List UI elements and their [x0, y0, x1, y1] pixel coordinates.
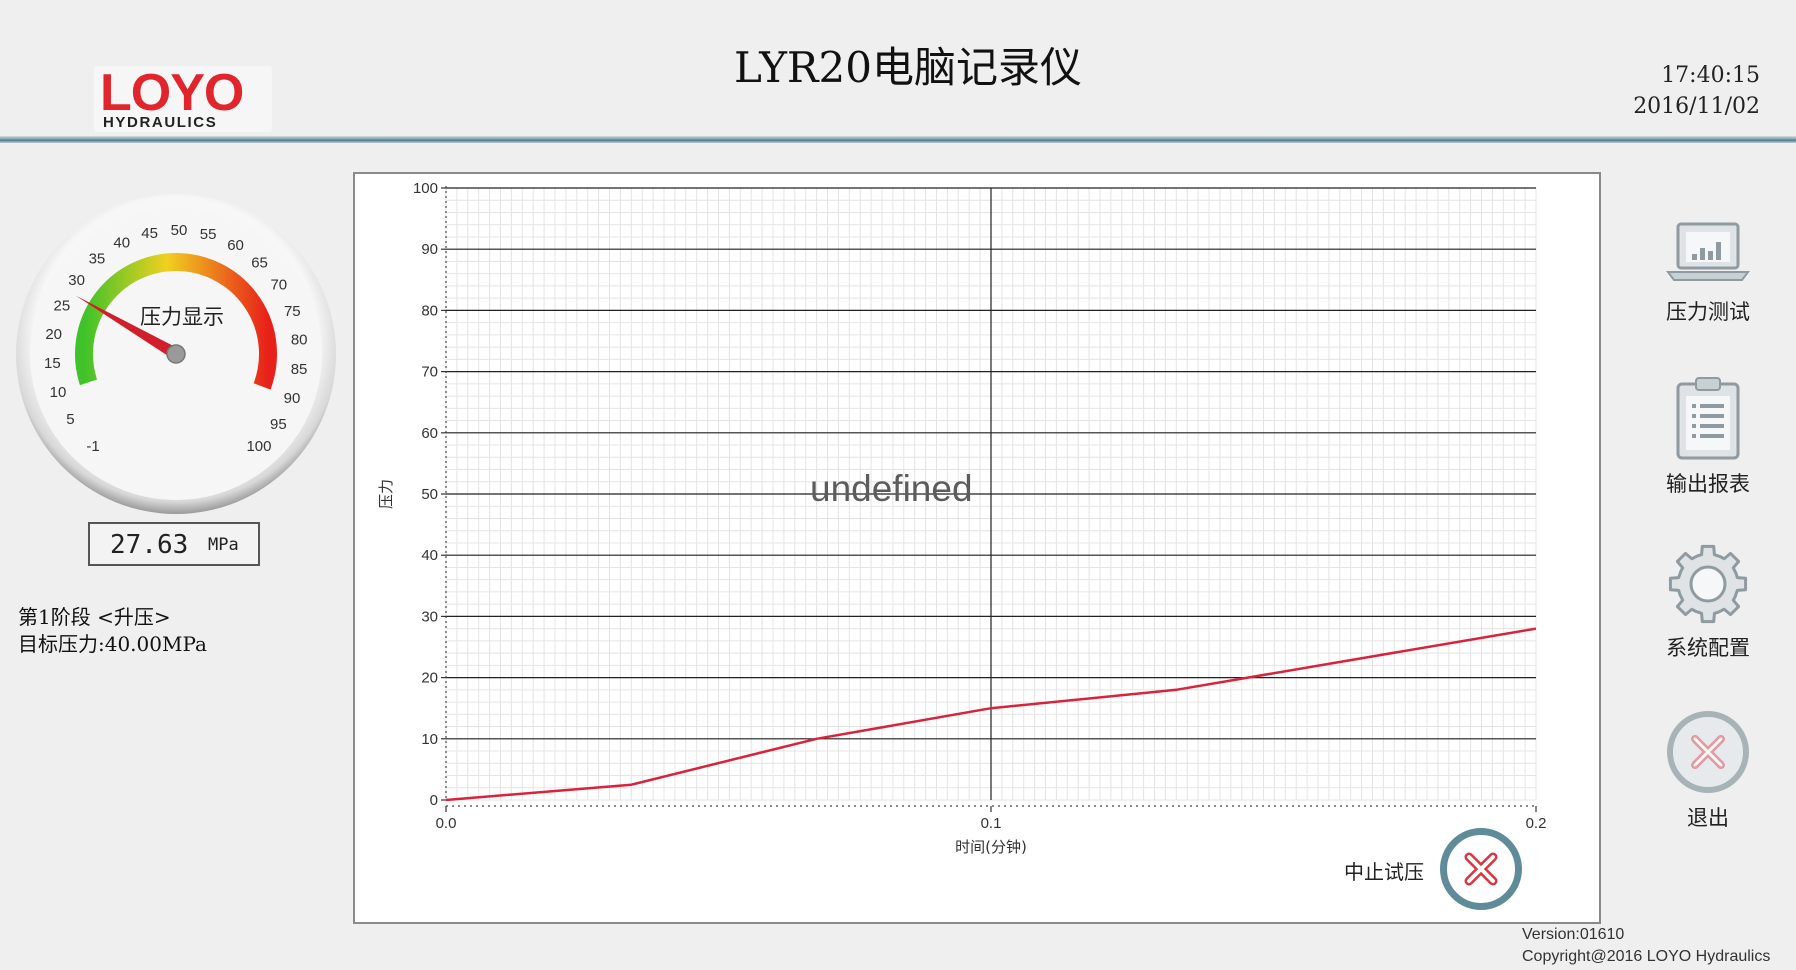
version-text: Version:01610: [1522, 926, 1625, 943]
gauge-tick-label: -1: [86, 438, 99, 455]
close-circle-icon: [1667, 711, 1749, 793]
gauge-tick-label: 90: [284, 390, 301, 407]
gauge-tick-label: 70: [270, 277, 287, 294]
readout-value: 27.63: [110, 530, 189, 560]
y-tick-label: 70: [421, 364, 438, 381]
y-tick-label: 50: [421, 486, 438, 503]
gauge-tick-label: 80: [291, 332, 308, 349]
x-axis-label: 时间(分钟): [955, 838, 1027, 856]
stage-info: 第1阶段 <升压> 目标压力:40.00MPa: [18, 604, 207, 658]
chart-overlay-text: undefined: [810, 468, 973, 509]
nav-system-config[interactable]: 系统配置: [1640, 542, 1776, 662]
gauge-tick-label: 20: [45, 326, 62, 343]
footer: Version:01610 Copyright@2016 LOYO Hydrau…: [1522, 924, 1770, 968]
pressure-readout: 27.63 MPa: [88, 522, 260, 566]
y-tick-label: 10: [421, 731, 438, 748]
gauge-hub: [166, 344, 186, 364]
gauge-tick-label: 30: [68, 272, 85, 289]
y-tick-label: 40: [421, 547, 438, 564]
gauge-tick-label: 15: [44, 355, 61, 372]
gauge-tick-label: 65: [251, 254, 268, 271]
y-tick-label: 30: [421, 608, 438, 625]
gear-icon: [1668, 544, 1748, 624]
logo-subtitle: HYDRAULICS: [103, 114, 218, 131]
gauge-tick-label: 5: [66, 411, 74, 428]
target-pressure: 目标压力:40.00MPa: [18, 632, 207, 656]
y-tick-label: 80: [421, 302, 438, 319]
gauge-tick-label: 50: [171, 222, 188, 239]
x-tick-label: 0.2: [1526, 815, 1547, 832]
clock-time: 17:40:15: [1661, 63, 1760, 88]
nav-pressure-test[interactable]: 压力测试: [1640, 218, 1776, 326]
clock: 17:40:15 2016/11/02: [1633, 60, 1760, 122]
copyright-text: Copyright@2016 LOYO Hydraulics: [1522, 948, 1771, 965]
clipboard-list-icon: [1676, 377, 1740, 460]
gauge-tick-label: 100: [246, 438, 271, 455]
nav-label: 系统配置: [1666, 636, 1750, 660]
gauge-tick-label: 35: [89, 250, 106, 267]
nav-label: 退出: [1687, 806, 1729, 830]
nav-exit[interactable]: 退出: [1640, 708, 1776, 832]
header-divider: [0, 136, 1796, 143]
y-tick-label: 60: [421, 425, 438, 442]
gauge-tick-label: 45: [141, 225, 158, 242]
gauge-tick-label: 55: [200, 226, 217, 243]
gauge-tick-label: 95: [270, 416, 287, 433]
gauge-tick-label: 60: [227, 237, 244, 254]
nav-export-report[interactable]: 输出报表: [1640, 374, 1776, 498]
gauge-tick-label: 75: [284, 303, 301, 320]
y-tick-label: 90: [421, 241, 438, 258]
x-tick-label: 0.0: [436, 815, 457, 832]
clock-date: 2016/11/02: [1633, 94, 1760, 119]
gauge-tick-label: 25: [54, 297, 71, 314]
pressure-gauge: -1 5 10 15 20 25 3035 40 45 50 55 60 6570 75 80 85 90 95 1…: [16, 194, 336, 514]
gauge-label: 压力显示: [140, 305, 224, 329]
y-tick-label: 20: [421, 670, 438, 687]
x-tick-label: 0.1: [981, 815, 1002, 832]
laptop-chart-icon: [1666, 222, 1750, 281]
close-x-icon: [1464, 852, 1498, 886]
gauge-tick-label: 40: [113, 235, 130, 252]
nav-label: 压力测试: [1666, 300, 1750, 324]
gauge-tick-label: 85: [291, 361, 308, 378]
stage-name: 第1阶段 <升压>: [18, 605, 171, 629]
pressure-chart: 0 10 20 30 40 50 60 70 80 90 100 0.0 0.1 0.2 时间(分钟) 压力: [353, 172, 1601, 924]
y-tick-label: 100: [413, 180, 438, 197]
abort-test-label: 中止试压: [1344, 860, 1424, 884]
y-axis-label: 压力: [377, 479, 395, 509]
app-title: LYR20电脑记录仪: [734, 43, 1082, 92]
gauge-tick-label: 10: [50, 384, 67, 401]
chart-canvas: 0 10 20 30 40 50 60 70 80 90 100 0.0 0.1 0.2 时间(分钟) 压力: [377, 180, 1547, 856]
abort-test-button[interactable]: [1440, 828, 1522, 910]
y-tick-label: 0: [430, 792, 438, 809]
readout-unit: MPa: [208, 535, 239, 555]
nav-label: 输出报表: [1666, 472, 1750, 496]
